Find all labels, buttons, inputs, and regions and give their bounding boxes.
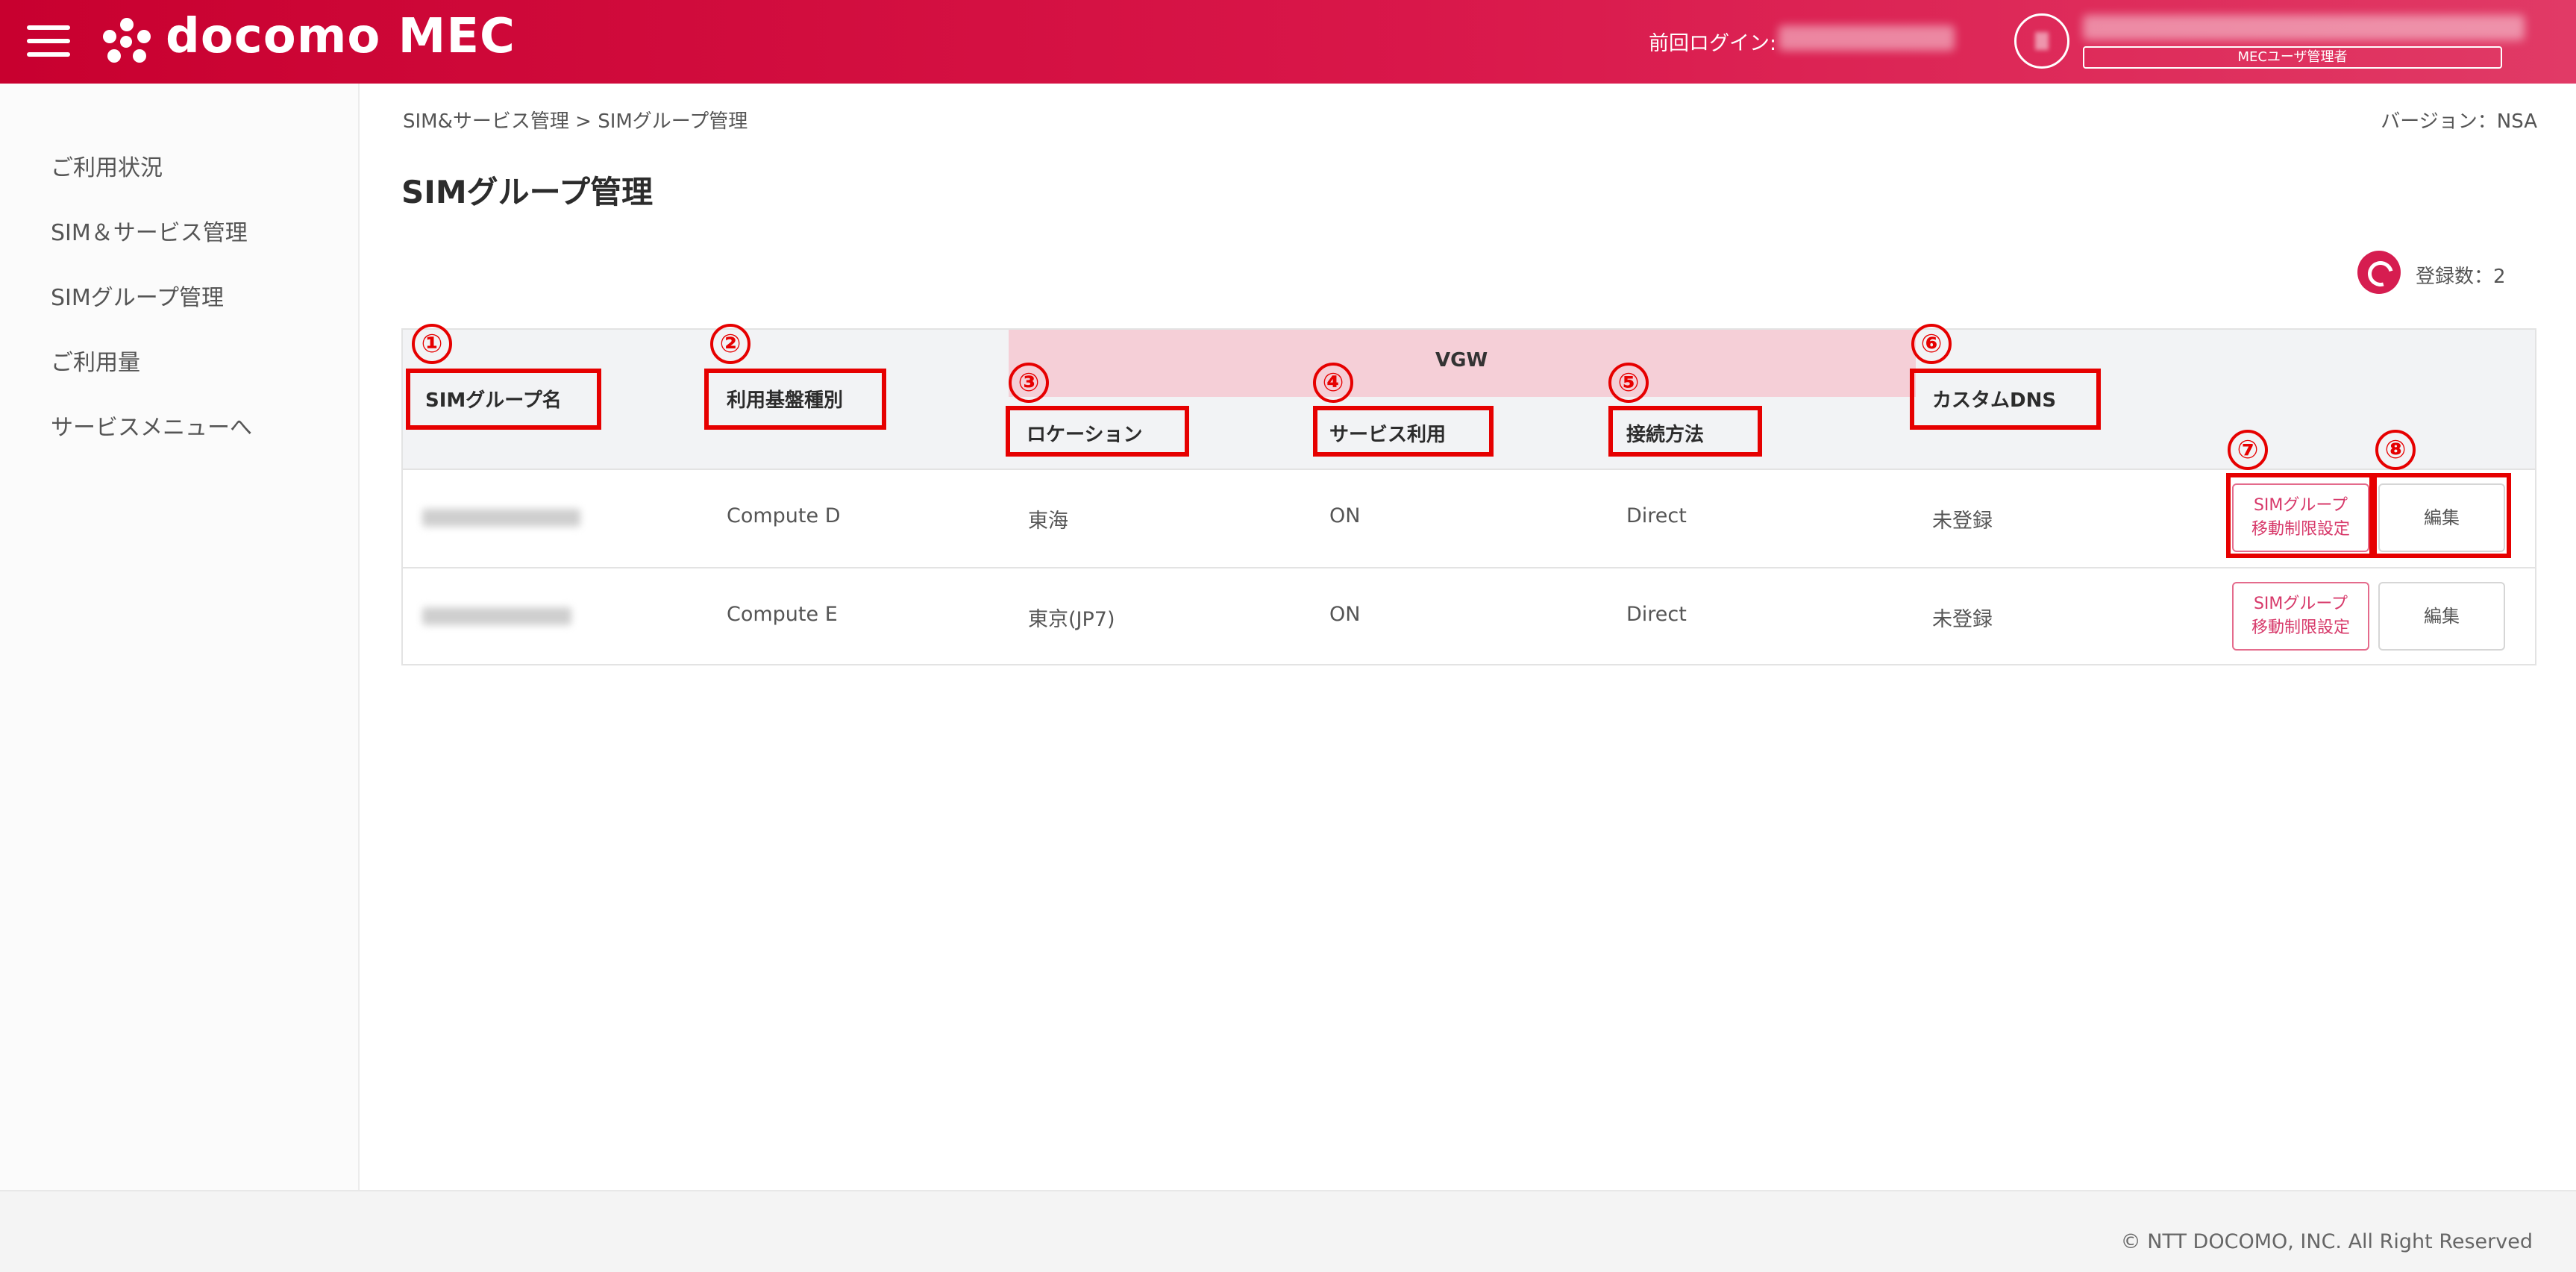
last-login-value <box>1779 25 1955 51</box>
sim-group-move-restriction-button[interactable]: SIMグループ 移動制限設定 <box>2232 582 2369 651</box>
annotation-number-6: ⑥ <box>1911 324 1952 364</box>
annotation-number-3: ③ <box>1009 363 1049 403</box>
last-login-label: 前回ログイン: <box>1649 32 1777 55</box>
annotation-box-1 <box>406 369 601 430</box>
refresh-icon[interactable] <box>2357 251 2401 294</box>
registration-count: 登録数：2 <box>2416 266 2506 288</box>
annotation-number-7: ⑦ <box>2228 430 2268 470</box>
sidebar-item-usage-amount[interactable]: ご利用量 <box>51 344 140 377</box>
annotation-number-2: ② <box>710 324 750 364</box>
annotation-number-1: ① <box>412 324 452 364</box>
annotation-box-6 <box>1910 369 2101 430</box>
user-avatar[interactable] <box>2014 13 2069 69</box>
sidebar-item-service-menu[interactable]: サービスメニューへ <box>51 409 252 442</box>
annotation-box-4 <box>1313 406 1494 457</box>
sidebar-item-sim-group[interactable]: SIMグループ管理 <box>51 279 224 312</box>
connection-cell: Direct <box>1626 603 1687 626</box>
user-email[interactable] <box>2083 15 2525 40</box>
service-cell: ON <box>1329 603 1361 626</box>
annotation-number-4: ④ <box>1313 363 1353 403</box>
app-header: docomo MEC 前回ログイン: MECユーザ管理者 <box>0 0 2576 84</box>
annotation-box-5 <box>1608 406 1762 457</box>
page-title: SIMグループ管理 <box>401 174 654 210</box>
annotation-box-2 <box>704 369 886 430</box>
dns-cell: 未登録 <box>1932 510 1993 533</box>
version-label: バージョン：NSA <box>2381 110 2537 133</box>
sim-group-name-redacted[interactable] <box>422 607 571 625</box>
annotation-box-7 <box>2226 473 2374 558</box>
sim-group-name-redacted[interactable] <box>422 509 580 527</box>
sidebar-item-usage-status[interactable]: ご利用状況 <box>51 149 163 182</box>
annotation-number-8: ⑧ <box>2375 430 2416 470</box>
breadcrumb[interactable]: SIM&サービス管理 > SIMグループ管理 <box>403 106 748 134</box>
user-role-badge: MECユーザ管理者 <box>2083 46 2502 69</box>
platform-cell: Compute E <box>727 603 838 626</box>
location-cell: 東京(JP7) <box>1028 608 1115 631</box>
copyright: © NTT DOCOMO, INC. All Right Reserved <box>2120 1230 2533 1253</box>
footer: © NTT DOCOMO, INC. All Right Reserved <box>0 1190 2576 1272</box>
vgw-group-label: VGW <box>1435 349 1488 372</box>
dns-cell: 未登録 <box>1932 608 1993 631</box>
annotation-number-5: ⑤ <box>1608 363 1649 403</box>
service-cell: ON <box>1329 504 1361 527</box>
location-cell: 東海 <box>1028 510 1068 533</box>
logo-icon <box>101 16 152 67</box>
annotation-box-3 <box>1006 406 1189 457</box>
logo-text[interactable]: docomo MEC <box>166 9 515 64</box>
menu-icon[interactable] <box>27 25 70 57</box>
sidebar: ご利用状況 SIM＆サービス管理 SIMグループ管理 ご利用量 サービスメニュー… <box>0 84 360 1190</box>
annotation-box-8 <box>2372 473 2511 558</box>
edit-button[interactable]: 編集 <box>2378 582 2505 651</box>
sidebar-item-sim-service[interactable]: SIM＆サービス管理 <box>51 214 248 247</box>
connection-cell: Direct <box>1626 504 1687 527</box>
table-row: Compute E 東京(JP7) ON Direct 未登録 SIMグループ … <box>403 567 2535 665</box>
table-row: Compute D 東海 ON Direct 未登録 SIMグループ 移動制限設… <box>403 469 2535 567</box>
platform-cell: Compute D <box>727 504 841 527</box>
